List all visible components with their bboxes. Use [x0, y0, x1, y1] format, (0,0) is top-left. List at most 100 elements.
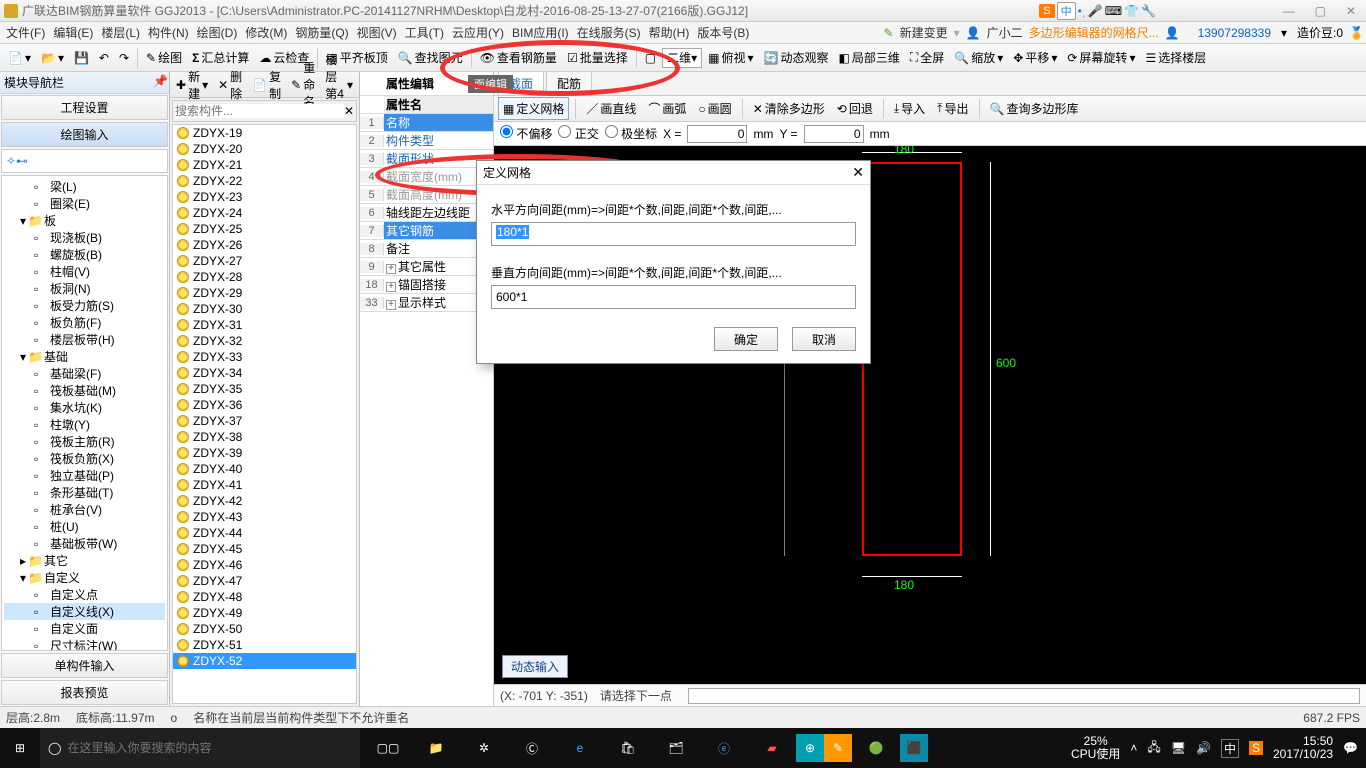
app-teal[interactable]: ⊕ — [796, 734, 824, 762]
app-chrome[interactable]: 🟢 — [852, 728, 900, 768]
draw-circle-button[interactable]: ○画圆 — [694, 98, 735, 119]
menu-cloud[interactable]: 云应用(Y) — [448, 22, 508, 43]
list-item[interactable]: ZDYX-35 — [173, 381, 356, 397]
tree-node[interactable]: ▫自定义线(X) — [4, 603, 165, 620]
tree-node[interactable]: ▫板洞(N) — [4, 280, 165, 297]
taskbar-search-input[interactable] — [67, 741, 352, 755]
tree-node[interactable]: ▫梁(L) — [4, 178, 165, 195]
modal-ok-button[interactable]: 确定 — [714, 327, 778, 351]
property-row[interactable]: 2构件类型 — [360, 132, 493, 150]
list-item[interactable]: ZDYX-45 — [173, 541, 356, 557]
list-item[interactable]: ZDYX-33 — [173, 349, 356, 365]
mic-icon[interactable]: 🎤 — [1088, 4, 1103, 18]
list-item[interactable]: ZDYX-48 — [173, 589, 356, 605]
menu-modify[interactable]: 修改(M) — [241, 22, 291, 43]
draw-line-button[interactable]: ／画直线 — [582, 98, 640, 119]
tree-node[interactable]: ▫尺寸标注(W) — [4, 637, 165, 651]
dynamic-input-button[interactable]: 动态输入 — [502, 655, 568, 678]
search-clear-icon[interactable]: ✕ — [344, 104, 354, 118]
y-input[interactable] — [804, 125, 864, 143]
user-name[interactable]: 广小二 — [987, 24, 1023, 41]
tray-up-icon[interactable]: ˄ — [1130, 741, 1137, 755]
tree-node[interactable]: ▫板受力筋(S) — [4, 297, 165, 314]
import-button[interactable]: ⤓导入 — [890, 98, 929, 119]
list-item[interactable]: ZDYX-46 — [173, 557, 356, 573]
list-item[interactable]: ZDYX-39 — [173, 445, 356, 461]
draw-arc-button[interactable]: ⌒画弧 — [644, 98, 690, 119]
tree-node[interactable]: ▫基础梁(F) — [4, 365, 165, 382]
property-row[interactable]: 4截面宽度(mm) — [360, 168, 493, 186]
list-item[interactable]: ZDYX-19 — [173, 125, 356, 141]
list-item[interactable]: ZDYX-44 — [173, 525, 356, 541]
nav-single-input[interactable]: 单构件输入 — [1, 653, 168, 678]
minimize-button[interactable]: — — [1277, 4, 1301, 18]
radio-noffset[interactable]: 不偏移 — [500, 125, 552, 142]
tree-node[interactable]: ▫条形基础(T) — [4, 484, 165, 501]
tree-node[interactable]: ▫集水坑(K) — [4, 399, 165, 416]
list-item[interactable]: ZDYX-23 — [173, 189, 356, 205]
modal-h-input[interactable]: 180*1 — [491, 222, 856, 246]
list-item[interactable]: ZDYX-49 — [173, 605, 356, 621]
tree-node[interactable]: ▫筏板基础(M) — [4, 382, 165, 399]
save-button[interactable]: 💾 — [70, 49, 93, 67]
clear-poly-button[interactable]: ✕清除多边形 — [749, 98, 829, 119]
query-poly-button[interactable]: 🔍查询多边形库 — [986, 98, 1083, 119]
tree-node[interactable]: ▫筏板负筋(X) — [4, 450, 165, 467]
nav-project-settings[interactable]: 工程设置 — [1, 95, 168, 120]
taskbar-search[interactable]: ◯ — [40, 728, 360, 768]
menu-tools[interactable]: 工具(T) — [401, 22, 448, 43]
x-input[interactable] — [687, 125, 747, 143]
tree-node[interactable]: ▫螺旋板(B) — [4, 246, 165, 263]
view-rebar-button[interactable]: 👁 查看钢筋量 — [476, 47, 561, 68]
app-cyan[interactable]: ⬛ — [900, 734, 928, 762]
open-file-button[interactable]: 📂▾ — [37, 49, 68, 67]
property-row[interactable]: 9+其它属性 — [360, 258, 493, 276]
app-orange[interactable]: ✎ — [824, 734, 852, 762]
tree-node[interactable]: ▫自定义面 — [4, 620, 165, 637]
complist-search[interactable]: ✕ — [172, 100, 357, 122]
menu-rebar[interactable]: 钢筋量(Q) — [291, 22, 352, 43]
complist-new[interactable]: ✚新建▾ — [172, 66, 212, 104]
tree-node[interactable]: ▫柱墩(Y) — [4, 416, 165, 433]
tree-node[interactable]: ▸ 📁其它 — [4, 552, 165, 569]
close-button[interactable]: ✕ — [1340, 4, 1362, 18]
tray-ime-s[interactable]: S — [1249, 741, 1263, 755]
tree-node[interactable]: ▫板负筋(F) — [4, 314, 165, 331]
tree-node[interactable]: ▾ 📁自定义 — [4, 569, 165, 586]
nav-report-preview[interactable]: 报表预览 — [1, 680, 168, 705]
component-listbox[interactable]: ZDYX-19ZDYX-20ZDYX-21ZDYX-22ZDYX-23ZDYX-… — [172, 124, 357, 704]
app-folder[interactable]: 🗂 — [652, 728, 700, 768]
batch-select-button[interactable]: ☑ 批量选择 — [563, 47, 632, 68]
undo-poly-button[interactable]: ⟲回退 — [833, 98, 877, 119]
property-row[interactable]: 5截面高度(mm) — [360, 186, 493, 204]
property-row[interactable]: 3截面形状 — [360, 150, 493, 168]
list-item[interactable]: ZDYX-43 — [173, 509, 356, 525]
list-item[interactable]: ZDYX-30 — [173, 301, 356, 317]
list-item[interactable]: ZDYX-32 — [173, 333, 356, 349]
list-item[interactable]: ZDYX-41 — [173, 477, 356, 493]
misc1-button[interactable]: ▢ — [641, 49, 660, 67]
app-fan[interactable]: ✲ — [460, 728, 508, 768]
list-item[interactable]: ZDYX-34 — [173, 365, 356, 381]
nav-draw-input[interactable]: 绘图输入 — [1, 122, 168, 147]
list-item[interactable]: ZDYX-42 — [173, 493, 356, 509]
list-item[interactable]: ZDYX-52 — [173, 653, 356, 669]
tree-node[interactable]: ▫楼层板带(H) — [4, 331, 165, 348]
keyboard-icon[interactable]: ⌨ — [1105, 4, 1122, 18]
task-view-button[interactable]: ▢▢ — [364, 728, 412, 768]
radio-ortho[interactable]: 正交 — [558, 125, 598, 142]
list-item[interactable]: ZDYX-31 — [173, 317, 356, 333]
list-item[interactable]: ZDYX-21 — [173, 157, 356, 173]
list-item[interactable]: ZDYX-38 — [173, 429, 356, 445]
tree-node[interactable]: ▫自定义点 — [4, 586, 165, 603]
floor-select-button[interactable]: ☰ 选择楼层 — [1141, 47, 1210, 68]
list-item[interactable]: ZDYX-50 — [173, 621, 356, 637]
list-item[interactable]: ZDYX-51 — [173, 637, 356, 653]
tree-node[interactable]: ▫独立基础(P) — [4, 467, 165, 484]
tree-node[interactable]: ▫圈梁(E) — [4, 195, 165, 212]
menu-bim[interactable]: BIM应用(I) — [508, 22, 573, 43]
tab-rebar[interactable]: 配筋 — [546, 71, 592, 95]
menu-help[interactable]: 帮助(H) — [645, 22, 694, 43]
tray-network-icon[interactable]: 🖧 — [1147, 738, 1160, 759]
start-button[interactable]: ⊞ — [0, 728, 40, 768]
